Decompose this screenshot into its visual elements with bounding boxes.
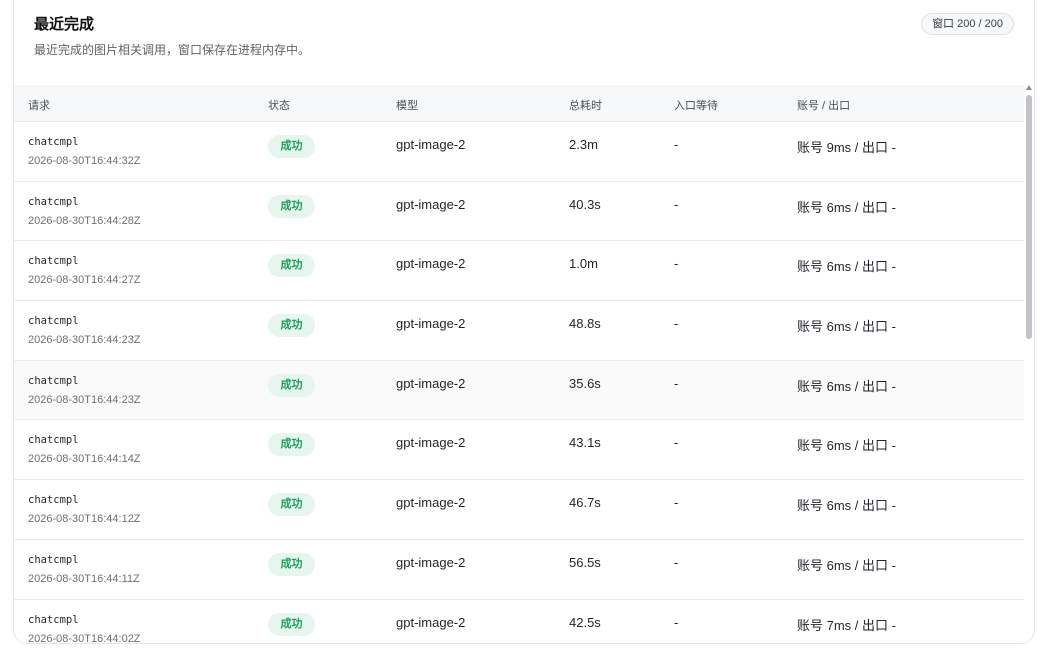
model-name: gpt-image-2 xyxy=(396,256,466,272)
window-count-badge: 窗口 200 / 200 xyxy=(921,13,1014,35)
column-header-ingress-wait: 入口等待 xyxy=(674,100,718,112)
total-duration: 56.5s xyxy=(569,554,601,570)
request-timestamp: 2026-08-30T16:44:14Z xyxy=(28,453,141,466)
request-id: chatcmpl xyxy=(28,374,79,387)
status-badge: 成功 xyxy=(268,314,315,338)
status-badge: 成功 xyxy=(268,612,315,636)
ingress-wait: - xyxy=(674,256,679,272)
account-egress: 账号 6ms / 出口 - xyxy=(797,319,896,335)
request-id: chatcmpl xyxy=(28,136,79,148)
status-badge: 成功 xyxy=(268,552,315,576)
request-timestamp: 2026-08-30T16:44:11Z xyxy=(28,572,140,585)
request-id: chatcmpl xyxy=(28,434,79,447)
model-name: gpt-image-2 xyxy=(396,495,466,511)
request-timestamp: 2026-08-30T16:44:32Z xyxy=(28,155,141,167)
request-id: chatcmpl xyxy=(28,494,79,507)
total-duration: 1.0m xyxy=(569,256,598,272)
ingress-wait: - xyxy=(674,435,679,451)
total-duration: 40.3s xyxy=(569,196,601,212)
request-timestamp: 2026-08-30T16:44:27Z xyxy=(28,274,141,287)
request-timestamp: 2026-08-30T16:44:12Z xyxy=(28,513,141,526)
request-id: chatcmpl xyxy=(28,255,79,268)
table-row[interactable]: chatcmpl 2026-08-30T16:44:32Z 成功 gpt-image-… xyxy=(14,122,1024,182)
model-name: gpt-image-2 xyxy=(396,435,466,451)
status-badge: 成功 xyxy=(268,433,315,457)
ingress-wait: - xyxy=(674,495,679,511)
scrollbar-thumb[interactable] xyxy=(1026,95,1032,339)
account-egress: 账号 6ms / 出口 - xyxy=(797,199,896,215)
ingress-wait: - xyxy=(674,554,679,570)
scroll-up-arrow-icon[interactable] xyxy=(1026,85,1032,90)
model-name: gpt-image-2 xyxy=(396,375,466,391)
account-egress: 账号 6ms / 出口 - xyxy=(797,259,896,275)
account-egress: 账号 6ms / 出口 - xyxy=(797,378,896,394)
table-row[interactable]: chatcmpl 2026-08-30T16:44:11Z 成功 gpt-image-… xyxy=(14,539,1024,600)
ingress-wait: - xyxy=(674,137,679,152)
request-id: chatcmpl xyxy=(28,553,79,566)
table-row[interactable]: chatcmpl 2026-08-30T16:44:27Z 成功 gpt-image-… xyxy=(14,241,1024,302)
table-row[interactable]: chatcmpl 2026-08-30T16:44:23Z 成功 gpt-image-… xyxy=(14,301,1024,361)
total-duration: 46.7s xyxy=(569,495,601,511)
table-row[interactable]: chatcmpl 2026-08-30T16:44:28Z 成功 gpt-image-… xyxy=(14,181,1024,242)
page-subtitle: 最近完成的图片相关调用，窗口保存在进程内存中。 xyxy=(34,43,311,57)
table-row[interactable]: chatcmpl 2026-08-30T16:44:23Z 成功 gpt-image-… xyxy=(14,360,1024,421)
ingress-wait: - xyxy=(674,196,679,212)
total-duration: 43.1s xyxy=(569,435,601,451)
table-row[interactable]: chatcmpl 2026-08-30T16:44:12Z 成功 gpt-image-… xyxy=(14,480,1024,540)
account-egress: 账号 6ms / 出口 - xyxy=(797,498,896,514)
table-row[interactable]: chatcmpl 2026-08-30T16:44:02Z 成功 gpt-image-… xyxy=(14,599,1024,644)
table-body: chatcmpl 2026-08-30T16:44:32Z 成功 gpt-image-… xyxy=(14,122,1024,644)
column-header-model: 模型 xyxy=(396,100,418,112)
model-name: gpt-image-2 xyxy=(396,196,466,212)
status-badge: 成功 xyxy=(268,254,315,278)
model-name: gpt-image-2 xyxy=(396,316,466,332)
request-id: chatcmpl xyxy=(28,613,79,626)
account-egress: 账号 7ms / 出口 - xyxy=(797,617,896,633)
column-header-request: 请求 xyxy=(28,100,50,112)
ingress-wait: - xyxy=(674,316,679,332)
account-egress: 账号 6ms / 出口 - xyxy=(797,557,896,573)
column-header-duration: 总耗时 xyxy=(569,100,602,112)
column-header-status: 状态 xyxy=(268,100,290,112)
recent-completions-card: 最近完成 最近完成的图片相关调用，窗口保存在进程内存中。 窗口 200 / 20… xyxy=(13,0,1035,644)
status-badge: 成功 xyxy=(268,135,315,158)
model-name: gpt-image-2 xyxy=(396,554,466,570)
request-timestamp: 2026-08-30T16:44:23Z xyxy=(28,393,141,406)
request-id: chatcmpl xyxy=(28,315,79,328)
request-timestamp: 2026-08-30T16:44:02Z xyxy=(28,632,141,644)
status-badge: 成功 xyxy=(268,194,315,218)
request-timestamp: 2026-08-30T16:44:23Z xyxy=(28,334,141,347)
status-badge: 成功 xyxy=(268,373,315,397)
table-row[interactable]: chatcmpl 2026-08-30T16:44:14Z 成功 gpt-image-… xyxy=(14,420,1024,481)
ingress-wait: - xyxy=(674,614,679,630)
status-badge: 成功 xyxy=(268,493,315,517)
request-id: chatcmpl xyxy=(28,195,79,208)
total-duration: 42.5s xyxy=(569,614,601,630)
ingress-wait: - xyxy=(674,375,679,391)
total-duration: 48.8s xyxy=(569,316,601,332)
table-scrollbar[interactable] xyxy=(1025,85,1034,643)
table-header: 请求 状态 模型 总耗时 入口等待 账号 / 出口 xyxy=(14,85,1024,122)
total-duration: 35.6s xyxy=(569,375,601,391)
model-name: gpt-image-2 xyxy=(396,137,466,152)
column-header-account-egress: 账号 / 出口 xyxy=(797,100,851,112)
total-duration: 2.3m xyxy=(569,137,598,152)
card-header: 最近完成 最近完成的图片相关调用，窗口保存在进程内存中。 窗口 200 / 20… xyxy=(14,0,1034,85)
account-egress: 账号 9ms / 出口 - xyxy=(797,140,896,155)
page-title: 最近完成 xyxy=(34,16,95,33)
request-timestamp: 2026-08-30T16:44:28Z xyxy=(28,214,141,227)
completions-table: 请求 状态 模型 总耗时 入口等待 账号 / 出口 chatcmpl 2026-0… xyxy=(14,85,1024,644)
account-egress: 账号 6ms / 出口 - xyxy=(797,438,896,454)
model-name: gpt-image-2 xyxy=(396,614,466,630)
